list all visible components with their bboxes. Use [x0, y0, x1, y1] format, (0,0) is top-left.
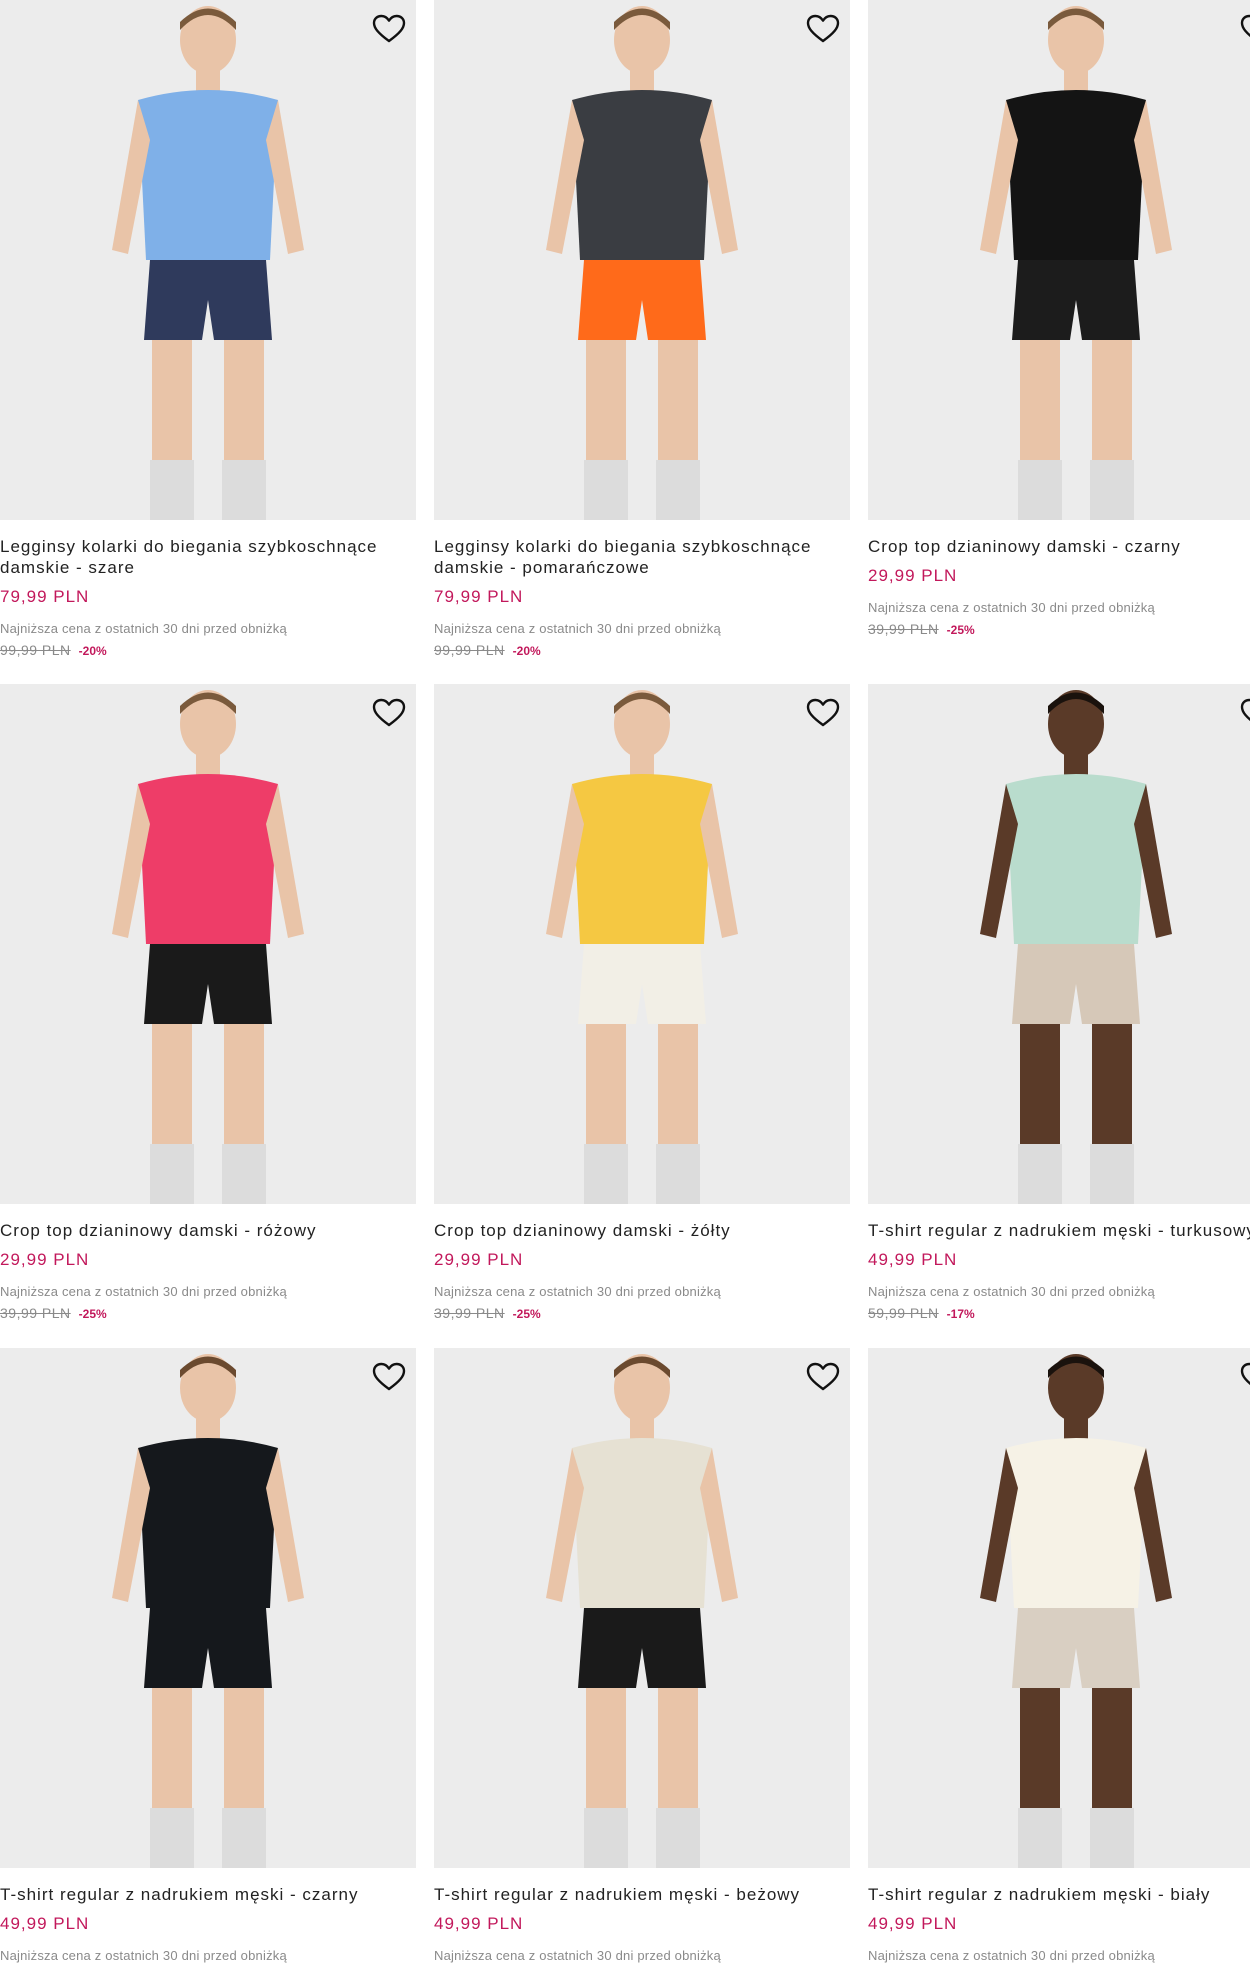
- product-price: 79,99 PLN: [434, 587, 524, 606]
- old-price: 39,99 PLN: [868, 621, 939, 637]
- heart-outline-icon: [806, 698, 840, 727]
- heart-outline-icon: [372, 14, 406, 43]
- product-price: 49,99 PLN: [868, 1250, 958, 1269]
- previous-price-row: 39,99 PLN -25%: [434, 1305, 850, 1321]
- product-photo: [434, 0, 850, 520]
- product-photo: [434, 684, 850, 1204]
- lowest-price-note: Najniższa cena z ostatnich 30 dni przed …: [868, 1284, 1155, 1299]
- product-price: 49,99 PLN: [434, 1914, 524, 1933]
- old-price: 39,99 PLN: [434, 1305, 505, 1321]
- heart-outline-icon: [1240, 698, 1250, 722]
- discount-badge: -20%: [512, 644, 541, 658]
- product-photo: [0, 0, 416, 520]
- product-image[interactable]: [0, 684, 416, 1204]
- product-photo: [868, 684, 1250, 1204]
- product-price: 29,99 PLN: [0, 1250, 90, 1269]
- wishlist-button[interactable]: [370, 694, 408, 732]
- product-photo: [434, 1348, 850, 1868]
- discount-badge: -20%: [78, 644, 107, 658]
- product-price: 49,99 PLN: [868, 1914, 958, 1933]
- lowest-price-note: Najniższa cena z ostatnich 30 dni przed …: [434, 621, 721, 636]
- previous-price-row: 59,99 PLN -17%: [868, 1305, 1250, 1321]
- product-title[interactable]: Crop top dzianinowy damski - czarny: [868, 536, 1250, 557]
- previous-price-row: 99,99 PLN -20%: [434, 642, 850, 658]
- wishlist-button[interactable]: [804, 694, 842, 732]
- old-price: 99,99 PLN: [434, 642, 505, 658]
- product-card[interactable]: Crop top dzianinowy damski - żółty 29,99 …: [434, 684, 850, 1321]
- lowest-price-note: Najniższa cena z ostatnich 30 dni przed …: [434, 1948, 721, 1963]
- product-card[interactable]: Legginsy kolarki do biegania szybkoschną…: [434, 0, 850, 658]
- lowest-price-note: Najniższa cena z ostatnich 30 dni przed …: [0, 1948, 287, 1963]
- lowest-price-note: Najniższa cena z ostatnich 30 dni przed …: [0, 1284, 287, 1299]
- previous-price-row: 99,99 PLN -20%: [0, 642, 416, 658]
- product-image[interactable]: [868, 0, 1250, 520]
- wishlist-button[interactable]: [370, 1358, 408, 1396]
- product-photo: [0, 684, 416, 1204]
- product-photo: [868, 1348, 1250, 1868]
- heart-outline-icon: [372, 1362, 406, 1391]
- product-price: 29,99 PLN: [868, 566, 958, 585]
- lowest-price-note: Najniższa cena z ostatnich 30 dni przed …: [868, 600, 1155, 615]
- lowest-price-note: Najniższa cena z ostatnich 30 dni przed …: [868, 1948, 1155, 1963]
- product-card[interactable]: Legginsy kolarki do biegania szybkoschną…: [0, 0, 416, 658]
- previous-price-row: 39,99 PLN -25%: [0, 1305, 416, 1321]
- heart-outline-icon: [806, 1362, 840, 1391]
- product-image[interactable]: [0, 1348, 416, 1868]
- old-price: 39,99 PLN: [0, 1305, 71, 1321]
- old-price: 99,99 PLN: [0, 642, 71, 658]
- product-photo: [0, 1348, 416, 1868]
- product-title[interactable]: T-shirt regular z nadrukiem męski - biał…: [868, 1884, 1250, 1905]
- product-card[interactable]: T-shirt regular z nadrukiem męski - czar…: [0, 1348, 416, 1963]
- wishlist-button[interactable]: [370, 10, 408, 48]
- discount-badge: -25%: [946, 623, 975, 637]
- wishlist-button[interactable]: [1238, 10, 1250, 48]
- product-title[interactable]: Legginsy kolarki do biegania szybkoschną…: [0, 536, 405, 578]
- product-card[interactable]: Crop top dzianinowy damski - czarny 29,99…: [868, 0, 1250, 637]
- previous-price-row: 39,99 PLN -25%: [868, 621, 1250, 637]
- product-title[interactable]: T-shirt regular z nadrukiem męski - czar…: [0, 1884, 420, 1905]
- discount-badge: -25%: [78, 1307, 107, 1321]
- wishlist-button[interactable]: [1238, 694, 1250, 732]
- heart-outline-icon: [806, 14, 840, 43]
- product-image[interactable]: [868, 1348, 1250, 1868]
- product-title[interactable]: T-shirt regular z nadrukiem męski - turk…: [868, 1220, 1250, 1241]
- heart-outline-icon: [372, 698, 406, 727]
- product-card[interactable]: Crop top dzianinowy damski - różowy 29,99…: [0, 684, 416, 1321]
- product-image[interactable]: [868, 684, 1250, 1204]
- product-title[interactable]: Crop top dzianinowy damski - różowy: [0, 1220, 420, 1241]
- heart-outline-icon: [1240, 1362, 1250, 1386]
- product-card[interactable]: T-shirt regular z nadrukiem męski - beżo…: [434, 1348, 850, 1963]
- product-image[interactable]: [0, 0, 416, 520]
- heart-outline-icon: [1240, 14, 1250, 38]
- product-image[interactable]: [434, 0, 850, 520]
- wishlist-button[interactable]: [1238, 1358, 1250, 1396]
- wishlist-button[interactable]: [804, 10, 842, 48]
- product-photo: [868, 0, 1250, 520]
- discount-badge: -25%: [512, 1307, 541, 1321]
- old-price: 59,99 PLN: [868, 1305, 939, 1321]
- wishlist-button[interactable]: [804, 1358, 842, 1396]
- product-price: 49,99 PLN: [0, 1914, 90, 1933]
- product-price: 79,99 PLN: [0, 587, 90, 606]
- discount-badge: -17%: [946, 1307, 975, 1321]
- product-title[interactable]: Legginsy kolarki do biegania szybkoschną…: [434, 536, 839, 578]
- product-card[interactable]: T-shirt regular z nadrukiem męski - turk…: [868, 684, 1250, 1321]
- product-image[interactable]: [434, 1348, 850, 1868]
- product-image[interactable]: [434, 684, 850, 1204]
- product-title[interactable]: Crop top dzianinowy damski - żółty: [434, 1220, 854, 1241]
- product-card[interactable]: T-shirt regular z nadrukiem męski - biał…: [868, 1348, 1250, 1963]
- product-title[interactable]: T-shirt regular z nadrukiem męski - beżo…: [434, 1884, 854, 1905]
- lowest-price-note: Najniższa cena z ostatnich 30 dni przed …: [434, 1284, 721, 1299]
- product-price: 29,99 PLN: [434, 1250, 524, 1269]
- lowest-price-note: Najniższa cena z ostatnich 30 dni przed …: [0, 621, 287, 636]
